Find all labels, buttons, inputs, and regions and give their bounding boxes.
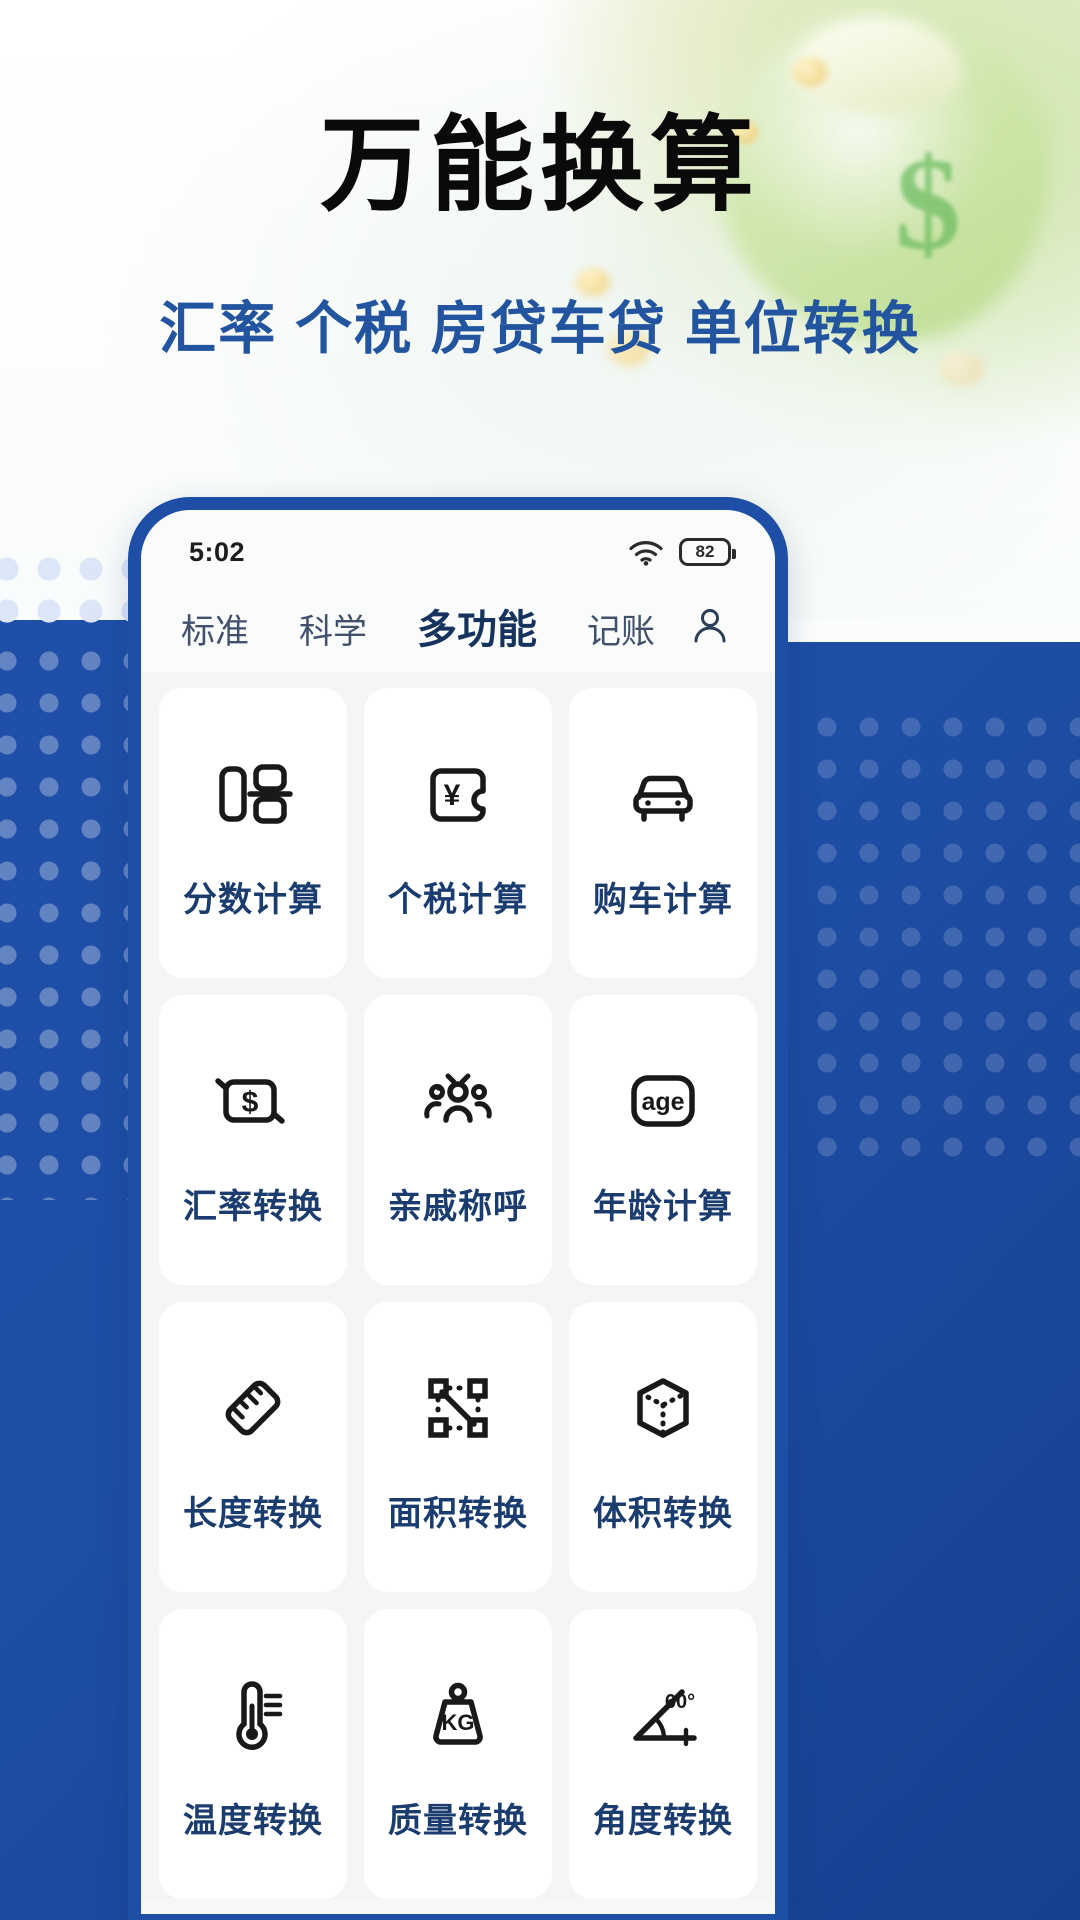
tab-multifunction[interactable]: 多功能 [417, 597, 537, 655]
family-relations-icon [415, 1053, 501, 1149]
background-white-strip [770, 620, 1080, 642]
tab-list: 标准 科学 多功能 记账 [181, 597, 685, 655]
grid-card-label: 长度转换 [183, 1494, 323, 1533]
grid-card-income-tax[interactable]: ¥ 个税计算 [364, 688, 552, 978]
grid-card-label: 体积转换 [593, 1494, 733, 1533]
grid-card-car-purchase[interactable]: 购车计算 [569, 688, 757, 978]
wallet-yen-icon: ¥ [415, 746, 501, 842]
status-clock: 5:02 [189, 536, 246, 567]
dot-pattern-blue [806, 706, 1080, 1176]
angle-60-icon: 60° [620, 1667, 706, 1763]
grid-card-family-relations[interactable]: 亲戚称呼 [364, 995, 552, 1285]
tab-scientific[interactable]: 科学 [299, 604, 367, 653]
grid-card-fraction[interactable]: 分数计算 [159, 688, 347, 978]
phone-screen: 5:02 82 标准 科学 多功能 记账 分数计算 ¥ 个税计算 购车计算 $ … [141, 510, 775, 1914]
grid-card-temperature[interactable]: 温度转换 [159, 1609, 347, 1899]
grid-card-label: 年龄计算 [593, 1187, 733, 1226]
coin-decoration [793, 57, 827, 87]
currency-exchange-icon: $ [210, 1053, 296, 1149]
status-bar: 5:02 82 [141, 510, 775, 580]
battery-icon: 82 [679, 538, 736, 566]
dot-pattern-light [0, 548, 136, 640]
grid-card-age[interactable]: age 年龄计算 [569, 995, 757, 1285]
user-icon[interactable] [685, 601, 735, 651]
fraction-icon [210, 746, 296, 842]
grid-card-label: 面积转换 [388, 1494, 528, 1533]
grid-card-label: 角度转换 [593, 1801, 733, 1840]
svg-text:$: $ [242, 1086, 259, 1119]
phone-mockup: 5:02 82 标准 科学 多功能 记账 分数计算 ¥ 个税计算 购车计算 $ … [128, 497, 788, 1920]
svg-text:KG: KG [442, 1710, 475, 1735]
page-subtitle: 汇率 个税 房贷车贷 单位转换 [159, 297, 921, 361]
function-grid: 分数计算 ¥ 个税计算 购车计算 $ 汇率转换 亲戚称呼 age 年龄计算 长度… [141, 672, 775, 1899]
wifi-icon [628, 539, 664, 566]
grid-card-volume[interactable]: 体积转换 [569, 1302, 757, 1592]
page-title: 万能换算 [319, 108, 760, 224]
grid-card-currency-exchange[interactable]: $ 汇率转换 [159, 995, 347, 1285]
grid-card-mass[interactable]: KG 质量转换 [364, 1609, 552, 1899]
area-icon [415, 1360, 501, 1456]
age-icon: age [620, 1053, 706, 1149]
tab-bookkeeping[interactable]: 记账 [587, 604, 655, 653]
tab-bar: 标准 科学 多功能 记账 [141, 580, 775, 672]
grid-card-angle[interactable]: 60° 角度转换 [569, 1609, 757, 1899]
grid-card-label: 温度转换 [183, 1801, 323, 1840]
grid-card-label: 个税计算 [388, 880, 528, 919]
grid-card-label: 购车计算 [593, 880, 733, 919]
grid-card-label: 质量转换 [388, 1801, 528, 1840]
weight-kg-icon: KG [415, 1667, 501, 1763]
status-icons: 82 [628, 538, 736, 566]
grid-card-label: 亲戚称呼 [388, 1187, 528, 1226]
car-icon [620, 746, 706, 842]
svg-text:60°: 60° [665, 1691, 695, 1713]
ruler-icon [210, 1360, 296, 1456]
tab-standard[interactable]: 标准 [181, 604, 249, 653]
svg-text:¥: ¥ [444, 779, 461, 812]
grid-card-length[interactable]: 长度转换 [159, 1302, 347, 1592]
poster-stage: $ 万能换算 汇率 个税 房贷车贷 单位转换 5:02 82 标准 科学 多功能… [0, 0, 1080, 1920]
dot-pattern-blue [0, 640, 136, 1200]
thermometer-icon [210, 1667, 296, 1763]
volume-cube-icon [620, 1360, 706, 1456]
svg-text:age: age [641, 1088, 684, 1116]
grid-card-area[interactable]: 面积转换 [364, 1302, 552, 1592]
grid-card-label: 分数计算 [183, 880, 323, 919]
battery-level: 82 [695, 542, 715, 561]
grid-card-label: 汇率转换 [183, 1187, 323, 1226]
